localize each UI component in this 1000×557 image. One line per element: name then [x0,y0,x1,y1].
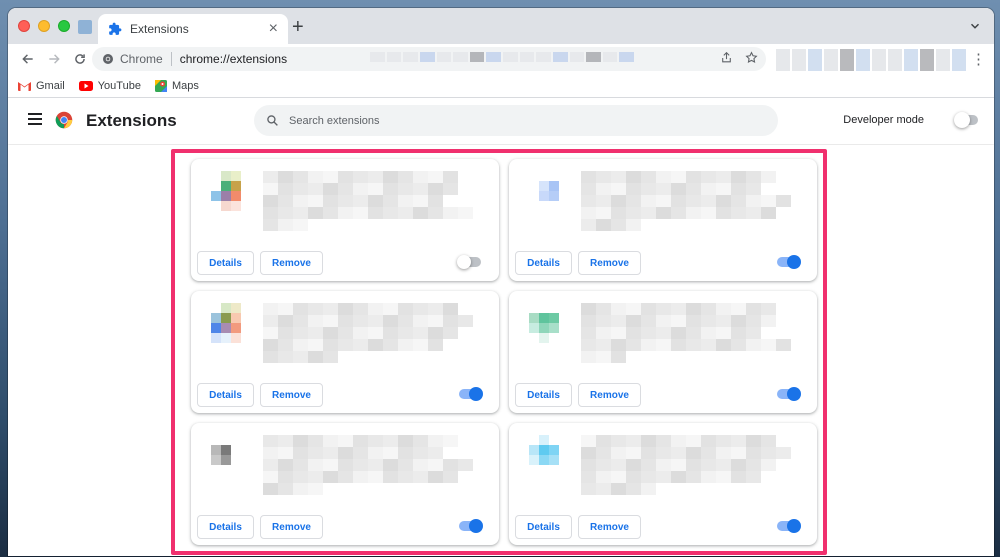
search-input[interactable] [289,114,749,127]
extension-enable-toggle[interactable] [777,519,801,533]
forward-button[interactable] [42,47,66,71]
extension-enable-toggle[interactable] [459,519,483,533]
details-button[interactable]: Details [515,515,572,539]
search-box[interactable] [254,105,778,136]
details-button[interactable]: Details [197,383,254,407]
remove-button[interactable]: Remove [578,383,641,407]
share-icon[interactable] [720,51,733,64]
developer-mode-toggle[interactable] [954,112,978,128]
tab-strip: Extensions × + [8,8,994,44]
maps-icon [154,79,167,92]
extension-enable-toggle[interactable] [777,255,801,269]
reload-button[interactable] [68,47,92,71]
extension-enable-toggle[interactable] [459,387,483,401]
extension-card: Details Remove [509,291,817,413]
details-button[interactable]: Details [515,383,572,407]
extensions-header: Extensions Developer mode [8,98,994,144]
remove-button[interactable]: Remove [260,515,323,539]
youtube-icon [78,80,93,91]
redacted-extension-text [581,171,791,235]
redacted-extension-text [263,435,473,499]
extension-enable-toggle[interactable] [777,387,801,401]
remove-button[interactable]: Remove [578,251,641,275]
redacted-extension-text [581,435,791,499]
redacted-extension-text [263,171,473,235]
redacted-extension-text [581,303,791,367]
bookmarks-bar: Gmail YouTube Maps [8,74,994,98]
window-controls [18,20,70,32]
address-divider [170,52,172,66]
extension-card: Details Remove [191,291,499,413]
details-button[interactable]: Details [197,251,254,275]
minimize-window-button[interactable] [38,20,50,32]
extension-icon [529,303,569,343]
details-button[interactable]: Details [197,515,254,539]
search-icon [267,115,278,126]
extension-card: Details Remove [509,159,817,281]
extension-enable-toggle[interactable] [457,255,481,269]
back-button[interactable] [16,47,40,71]
new-tab-button[interactable]: + [292,16,304,39]
highlight-frame: Details Remove Details Remove Details Re… [171,149,827,555]
bookmark-label: Gmail [36,79,65,92]
redacted-extension-icons [776,49,966,71]
tab-title: Extensions [130,22,189,36]
bookmark-maps[interactable]: Maps [154,79,199,92]
bookmark-gmail[interactable]: Gmail [18,80,65,92]
bookmark-youtube[interactable]: YouTube [78,79,141,92]
extension-icon [211,435,251,475]
address-actions [720,51,758,64]
extensions-content: Details Remove Details Remove Details Re… [8,145,994,556]
details-button[interactable]: Details [515,251,572,275]
reload-icon [75,54,85,64]
extension-card: Details Remove [191,159,499,281]
address-url: chrome://extensions [179,52,288,66]
extension-icon [211,171,251,211]
star-icon[interactable] [745,51,758,64]
redacted-extension-text [263,303,473,367]
extension-icon [211,303,251,343]
extensions-grid: Details Remove Details Remove Details Re… [191,159,817,545]
remove-button[interactable]: Remove [578,515,641,539]
extension-icon [529,171,569,211]
bookmark-label: Maps [171,79,199,92]
more-vertical-icon[interactable]: ⋮ [971,50,986,68]
arrow-left-icon [22,54,33,64]
browser-window: Extensions × + Chrome chrome://extension… [8,8,994,556]
pinned-tab-icon[interactable] [78,20,92,34]
close-window-button[interactable] [18,20,30,32]
bookmark-label: YouTube [97,79,141,92]
redacted-banner [370,52,634,62]
chrome-logo-icon [55,111,73,129]
extension-icon [529,435,569,475]
arrow-right-icon [49,54,60,64]
developer-mode-label: Developer mode [843,114,924,126]
extension-card: Details Remove [191,423,499,545]
page-title: Extensions [86,111,177,130]
puzzle-icon [109,22,122,35]
extension-card: Details Remove [509,423,817,545]
zoom-window-button[interactable] [58,20,70,32]
remove-button[interactable]: Remove [260,383,323,407]
gmail-icon [18,81,31,91]
chevron-down-icon[interactable] [968,19,982,33]
menu-icon[interactable] [28,113,42,125]
remove-button[interactable]: Remove [260,251,323,275]
tab-extensions[interactable]: Extensions × [98,14,288,44]
chrome-logo-icon [103,54,113,64]
tab-close-icon[interactable]: × [269,21,278,37]
address-scheme-label: Chrome [120,52,163,66]
